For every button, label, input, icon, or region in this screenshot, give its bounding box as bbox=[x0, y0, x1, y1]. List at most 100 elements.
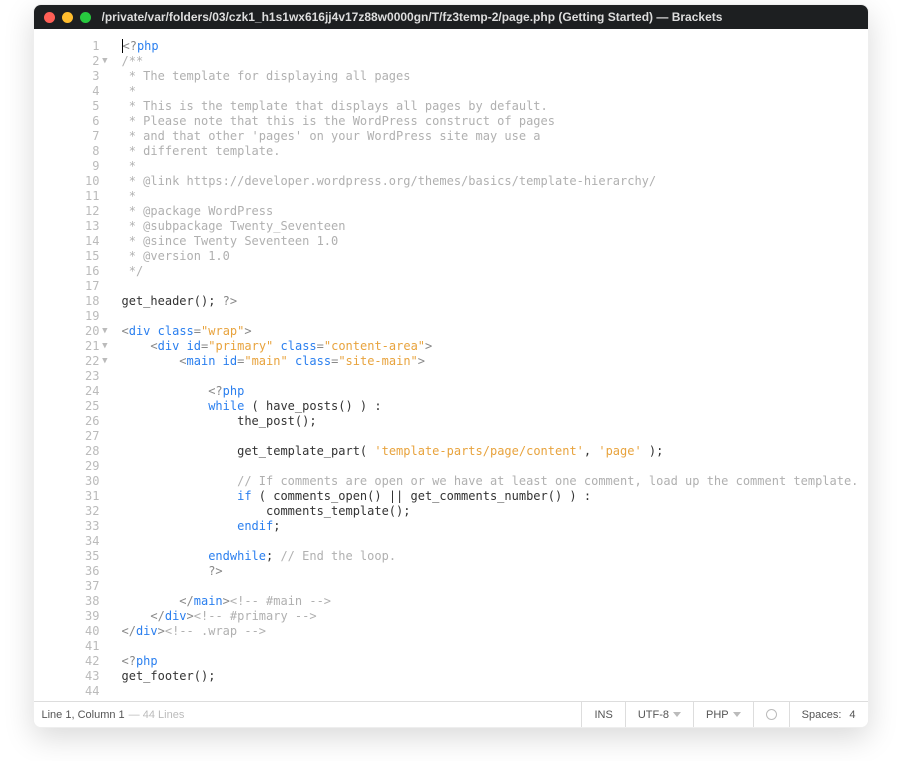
line-number[interactable]: 15 bbox=[34, 249, 100, 264]
line-gutter[interactable]: 12▼34567891011121314151617181920▼21▼22▼2… bbox=[34, 29, 108, 701]
titlebar[interactable]: /private/var/folders/03/czk1_h1s1wx616jj… bbox=[34, 5, 868, 29]
code-line[interactable] bbox=[122, 369, 868, 384]
code-area[interactable]: <?php/** * The template for displaying a… bbox=[108, 29, 868, 701]
indent-select[interactable]: Spaces: 4 bbox=[789, 702, 868, 727]
code-line[interactable]: /** bbox=[122, 54, 868, 69]
code-line[interactable]: if ( comments_open() || get_comments_num… bbox=[122, 489, 868, 504]
line-number[interactable]: 25 bbox=[34, 399, 100, 414]
line-number[interactable]: 35 bbox=[34, 549, 100, 564]
code-line[interactable]: get_template_part( 'template-parts/page/… bbox=[122, 444, 868, 459]
line-number[interactable]: 33 bbox=[34, 519, 100, 534]
line-number[interactable]: 22▼ bbox=[34, 354, 100, 369]
fold-icon[interactable]: ▼ bbox=[102, 339, 107, 354]
code-line[interactable]: get_header(); ?> bbox=[122, 294, 868, 309]
zoom-icon[interactable] bbox=[80, 12, 91, 23]
code-line[interactable]: * @link https://developer.wordpress.org/… bbox=[122, 174, 868, 189]
code-line[interactable]: ?> bbox=[122, 564, 868, 579]
code-line[interactable]: </main><!-- #main --> bbox=[122, 594, 868, 609]
code-line[interactable]: get_footer(); bbox=[122, 669, 868, 684]
line-number[interactable]: 34 bbox=[34, 534, 100, 549]
line-number[interactable]: 16 bbox=[34, 264, 100, 279]
line-number[interactable]: 17 bbox=[34, 279, 100, 294]
line-number[interactable]: 23 bbox=[34, 369, 100, 384]
line-number[interactable]: 21▼ bbox=[34, 339, 100, 354]
code-line[interactable]: * The template for displaying all pages bbox=[122, 69, 868, 84]
code-line[interactable]: comments_template(); bbox=[122, 504, 868, 519]
code-line[interactable] bbox=[122, 684, 868, 699]
line-number[interactable]: 44 bbox=[34, 684, 100, 699]
fold-icon[interactable]: ▼ bbox=[102, 354, 107, 369]
fold-icon[interactable]: ▼ bbox=[102, 324, 107, 339]
code-line[interactable]: * @since Twenty Seventeen 1.0 bbox=[122, 234, 868, 249]
line-number[interactable]: 11 bbox=[34, 189, 100, 204]
line-number[interactable]: 36 bbox=[34, 564, 100, 579]
code-line[interactable]: <?php bbox=[122, 39, 868, 54]
line-number[interactable]: 7 bbox=[34, 129, 100, 144]
code-line[interactable] bbox=[122, 639, 868, 654]
line-number[interactable]: 41 bbox=[34, 639, 100, 654]
line-number[interactable]: 38 bbox=[34, 594, 100, 609]
encoding-select[interactable]: UTF-8 bbox=[625, 702, 693, 727]
line-number[interactable]: 28 bbox=[34, 444, 100, 459]
code-line[interactable]: </div><!-- .wrap --> bbox=[122, 624, 868, 639]
line-number[interactable]: 30 bbox=[34, 474, 100, 489]
line-number[interactable]: 39 bbox=[34, 609, 100, 624]
code-line[interactable]: * @version 1.0 bbox=[122, 249, 868, 264]
code-line[interactable]: <div id="primary" class="content-area"> bbox=[122, 339, 868, 354]
code-line[interactable]: * @subpackage Twenty_Seventeen bbox=[122, 219, 868, 234]
code-line[interactable]: * @package WordPress bbox=[122, 204, 868, 219]
line-number[interactable]: 42 bbox=[34, 654, 100, 669]
code-line[interactable]: * Please note that this is the WordPress… bbox=[122, 114, 868, 129]
code-line[interactable]: endif; bbox=[122, 519, 868, 534]
code-line[interactable] bbox=[122, 459, 868, 474]
code-line[interactable] bbox=[122, 429, 868, 444]
line-number[interactable]: 10 bbox=[34, 174, 100, 189]
line-number[interactable]: 27 bbox=[34, 429, 100, 444]
code-line[interactable]: */ bbox=[122, 264, 868, 279]
code-line[interactable] bbox=[122, 534, 868, 549]
code-line[interactable] bbox=[122, 309, 868, 324]
fold-icon[interactable]: ▼ bbox=[102, 54, 107, 69]
line-number[interactable]: 32 bbox=[34, 504, 100, 519]
code-line[interactable]: * different template. bbox=[122, 144, 868, 159]
language-select[interactable]: PHP bbox=[693, 702, 753, 727]
code-line[interactable]: // If comments are open or we have at le… bbox=[122, 474, 868, 489]
line-number[interactable]: 6 bbox=[34, 114, 100, 129]
line-number[interactable]: 26 bbox=[34, 414, 100, 429]
code-line[interactable]: * This is the template that displays all… bbox=[122, 99, 868, 114]
line-number[interactable]: 40 bbox=[34, 624, 100, 639]
line-number[interactable]: 43 bbox=[34, 669, 100, 684]
code-line[interactable]: endwhile; // End the loop. bbox=[122, 549, 868, 564]
code-line[interactable]: * bbox=[122, 189, 868, 204]
line-number[interactable]: 37 bbox=[34, 579, 100, 594]
line-number[interactable]: 5 bbox=[34, 99, 100, 114]
code-line[interactable]: <main id="main" class="site-main"> bbox=[122, 354, 868, 369]
code-line[interactable] bbox=[122, 279, 868, 294]
code-line[interactable]: while ( have_posts() ) : bbox=[122, 399, 868, 414]
line-number[interactable]: 9 bbox=[34, 159, 100, 174]
line-number[interactable]: 14 bbox=[34, 234, 100, 249]
line-number[interactable]: 3 bbox=[34, 69, 100, 84]
line-number[interactable]: 13 bbox=[34, 219, 100, 234]
ins-mode[interactable]: INS bbox=[581, 702, 624, 727]
line-number[interactable]: 4 bbox=[34, 84, 100, 99]
line-number[interactable]: 20▼ bbox=[34, 324, 100, 339]
lint-status[interactable] bbox=[753, 702, 789, 727]
code-line[interactable]: the_post(); bbox=[122, 414, 868, 429]
code-line[interactable]: * bbox=[122, 159, 868, 174]
close-icon[interactable] bbox=[44, 12, 55, 23]
line-number[interactable]: 31 bbox=[34, 489, 100, 504]
line-number[interactable]: 19 bbox=[34, 309, 100, 324]
line-number[interactable]: 2▼ bbox=[34, 54, 100, 69]
code-line[interactable]: * and that other 'pages' on your WordPre… bbox=[122, 129, 868, 144]
code-line[interactable]: <?php bbox=[122, 384, 868, 399]
code-line[interactable]: </div><!-- #primary --> bbox=[122, 609, 868, 624]
code-line[interactable] bbox=[122, 579, 868, 594]
code-line[interactable]: * bbox=[122, 84, 868, 99]
code-line[interactable]: <?php bbox=[122, 654, 868, 669]
status-cursor[interactable]: Line 1, Column 1 — 44 Lines bbox=[34, 702, 582, 727]
line-number[interactable]: 24 bbox=[34, 384, 100, 399]
line-number[interactable]: 1 bbox=[34, 39, 100, 54]
line-number[interactable]: 29 bbox=[34, 459, 100, 474]
code-line[interactable]: <div class="wrap"> bbox=[122, 324, 868, 339]
